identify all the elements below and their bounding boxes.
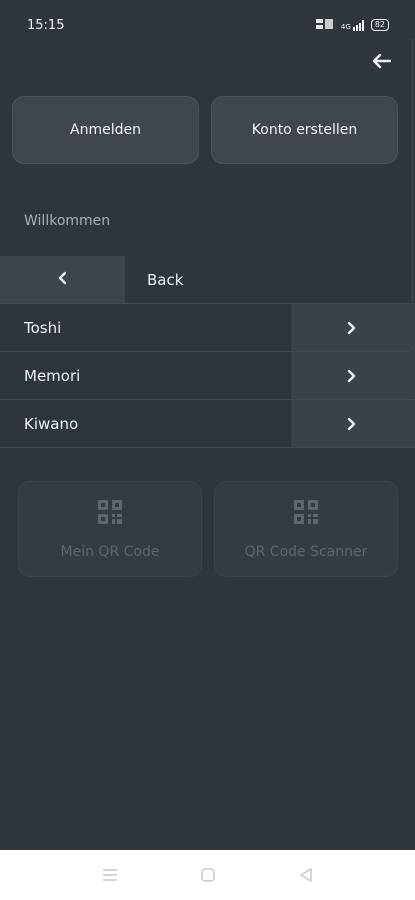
network-type-label: 4G [340, 22, 351, 31]
battery-icon: 82 [370, 19, 389, 31]
list-item[interactable]: Memori [0, 352, 415, 400]
register-button[interactable]: Konto erstellen [211, 96, 398, 164]
list-item-label: Toshi [24, 318, 62, 337]
list-item[interactable]: Kiwano [0, 400, 415, 448]
my-qr-code-tile[interactable]: Mein QR Code [18, 481, 202, 577]
signal-icon: 4G [340, 19, 364, 31]
list-item-label: Kiwano [24, 414, 79, 433]
status-time: 15:15 [27, 17, 65, 33]
scrollbar[interactable] [411, 38, 414, 398]
list-item[interactable]: Toshi [0, 304, 415, 352]
chevron-left-icon [57, 270, 69, 289]
qr-tile-row: Mein QR Code QR Code Scanner [18, 481, 398, 577]
qr-code-scanner-label: QR Code Scanner [244, 544, 368, 560]
back-label[interactable]: Back [125, 256, 183, 303]
system-nav-bar [0, 850, 415, 900]
status-icons: 4G 82 [315, 18, 389, 33]
list: Toshi Memori Kiwano [0, 304, 415, 448]
welcome-text: Willkommen [24, 213, 111, 229]
qr-code-icon [96, 498, 124, 530]
chevron-right-icon[interactable] [291, 304, 415, 351]
status-bar: 15:15 4G 82 [0, 0, 415, 50]
back-row: Back [0, 256, 415, 304]
auth-button-row: Anmelden Konto erstellen [12, 96, 398, 164]
qr-code-scanner-tile[interactable]: QR Code Scanner [214, 481, 398, 577]
list-item-label: Memori [24, 366, 81, 385]
back-button[interactable] [0, 256, 125, 303]
data-speed-icon [315, 18, 334, 33]
home-square-icon[interactable] [198, 865, 218, 885]
qr-code-icon [292, 498, 320, 530]
chevron-right-icon[interactable] [291, 352, 415, 399]
login-button[interactable]: Anmelden [12, 96, 199, 164]
menu-icon[interactable] [100, 865, 120, 885]
triangle-back-icon[interactable] [296, 865, 316, 885]
chevron-right-icon[interactable] [291, 400, 415, 447]
arrow-left-icon[interactable] [366, 47, 396, 75]
my-qr-code-label: Mein QR Code [60, 544, 160, 560]
